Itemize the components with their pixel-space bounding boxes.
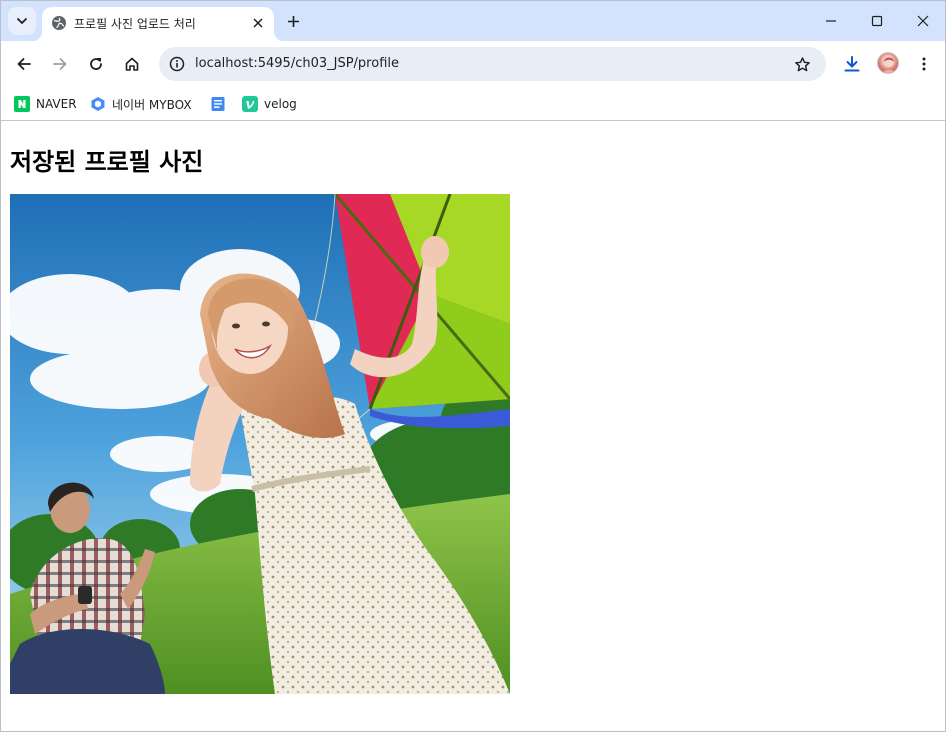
- naver-icon: [14, 96, 30, 112]
- tab-close-button[interactable]: [249, 14, 267, 32]
- chevron-down-icon: [17, 18, 27, 24]
- bookmark-star-button[interactable]: [790, 52, 814, 76]
- star-icon: [794, 56, 810, 71]
- active-tab[interactable]: 프로필 사진 업로드 처리: [32, 7, 284, 41]
- url-text[interactable]: localhost:5495/ch03_JSP/profile: [195, 56, 399, 71]
- download-icon: [844, 56, 860, 72]
- velog-icon: [242, 96, 258, 112]
- address-bar[interactable]: localhost:5495/ch03_JSP/profile: [159, 47, 826, 81]
- reload-icon: [90, 58, 102, 70]
- bookmark-label: velog: [264, 97, 297, 111]
- globe-icon: [52, 16, 66, 30]
- profile-photo: [10, 194, 510, 694]
- window-close-button[interactable]: [900, 5, 945, 37]
- reload-button[interactable]: [82, 50, 110, 78]
- navigation-toolbar: localhost:5495/ch03_JSP/profile: [1, 41, 945, 87]
- bookmark-docs[interactable]: [210, 93, 232, 115]
- bookmark-velog[interactable]: velog: [242, 93, 297, 115]
- minimize-icon: [826, 20, 836, 22]
- bookmark-label: 네이버 MYBOX: [112, 97, 192, 112]
- downloads-button[interactable]: [838, 50, 866, 78]
- home-icon: [125, 57, 139, 71]
- bookmark-label: NAVER: [36, 97, 77, 111]
- minimize-button[interactable]: [808, 5, 854, 37]
- maximize-icon: [871, 15, 883, 27]
- home-button[interactable]: [118, 50, 146, 78]
- more-vertical-icon: [922, 57, 926, 71]
- info-icon: [169, 56, 185, 72]
- bookmark-mybox[interactable]: 네이버 MYBOX: [90, 93, 192, 115]
- tab-title: 프로필 사진 업로드 처리: [74, 17, 196, 31]
- back-button[interactable]: [10, 50, 38, 78]
- arrow-right-icon: [53, 58, 67, 70]
- docs-icon: [210, 96, 226, 112]
- maximize-button[interactable]: [854, 5, 900, 37]
- avatar-icon: [882, 57, 896, 73]
- close-icon: [253, 18, 263, 28]
- arrow-left-icon: [17, 58, 31, 70]
- bookmark-naver[interactable]: NAVER: [14, 93, 77, 115]
- page-title: 저장된 프로필 사진: [10, 148, 204, 176]
- browser-window: 프로필 사진 업로드 처리 localhost:5495/ch03_JSP/pr…: [0, 0, 946, 732]
- page-content: 저장된 프로필 사진: [1, 122, 945, 731]
- close-icon: [917, 15, 929, 27]
- bookmarks-bar: NAVER 네이버 MYBOX velog: [1, 87, 945, 121]
- mybox-icon: [90, 96, 106, 112]
- site-info-button[interactable]: [165, 52, 189, 76]
- menu-button[interactable]: [910, 50, 938, 78]
- profile-avatar[interactable]: [877, 52, 899, 74]
- tab-strip: 프로필 사진 업로드 처리: [1, 1, 945, 41]
- forward-button[interactable]: [46, 50, 74, 78]
- plus-icon: [287, 15, 299, 27]
- new-tab-button[interactable]: [282, 10, 304, 32]
